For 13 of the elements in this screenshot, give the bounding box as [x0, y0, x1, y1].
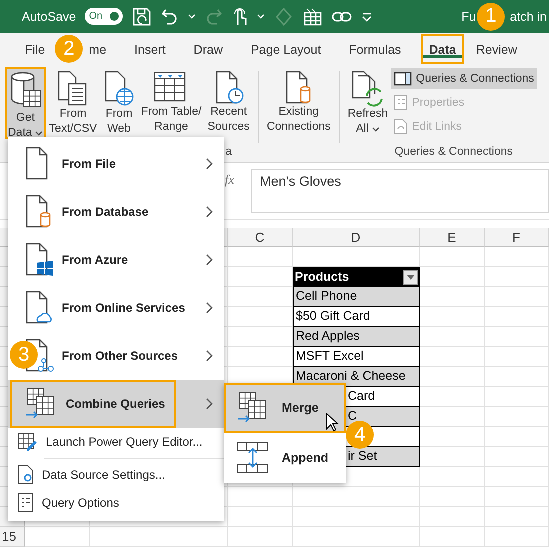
table-cell: Macaroni & Cheese — [293, 367, 420, 387]
table-cell: Red Apples — [293, 327, 420, 347]
group-label: a — [226, 146, 232, 158]
step-badge: 1 — [477, 2, 506, 30]
autosave-label: AutoSave — [22, 10, 76, 24]
document-title: atch in — [510, 10, 547, 24]
table-cell: MSFT Excel — [293, 347, 420, 367]
table-header: Products — [293, 267, 420, 287]
document-title: Fu — [462, 10, 476, 24]
table-cell: Cell Phone — [293, 287, 420, 307]
group-label: Queries & Connections — [394, 146, 513, 158]
table-cell: $50 Gift Card — [293, 307, 420, 327]
step-badge: 2 — [55, 35, 84, 63]
